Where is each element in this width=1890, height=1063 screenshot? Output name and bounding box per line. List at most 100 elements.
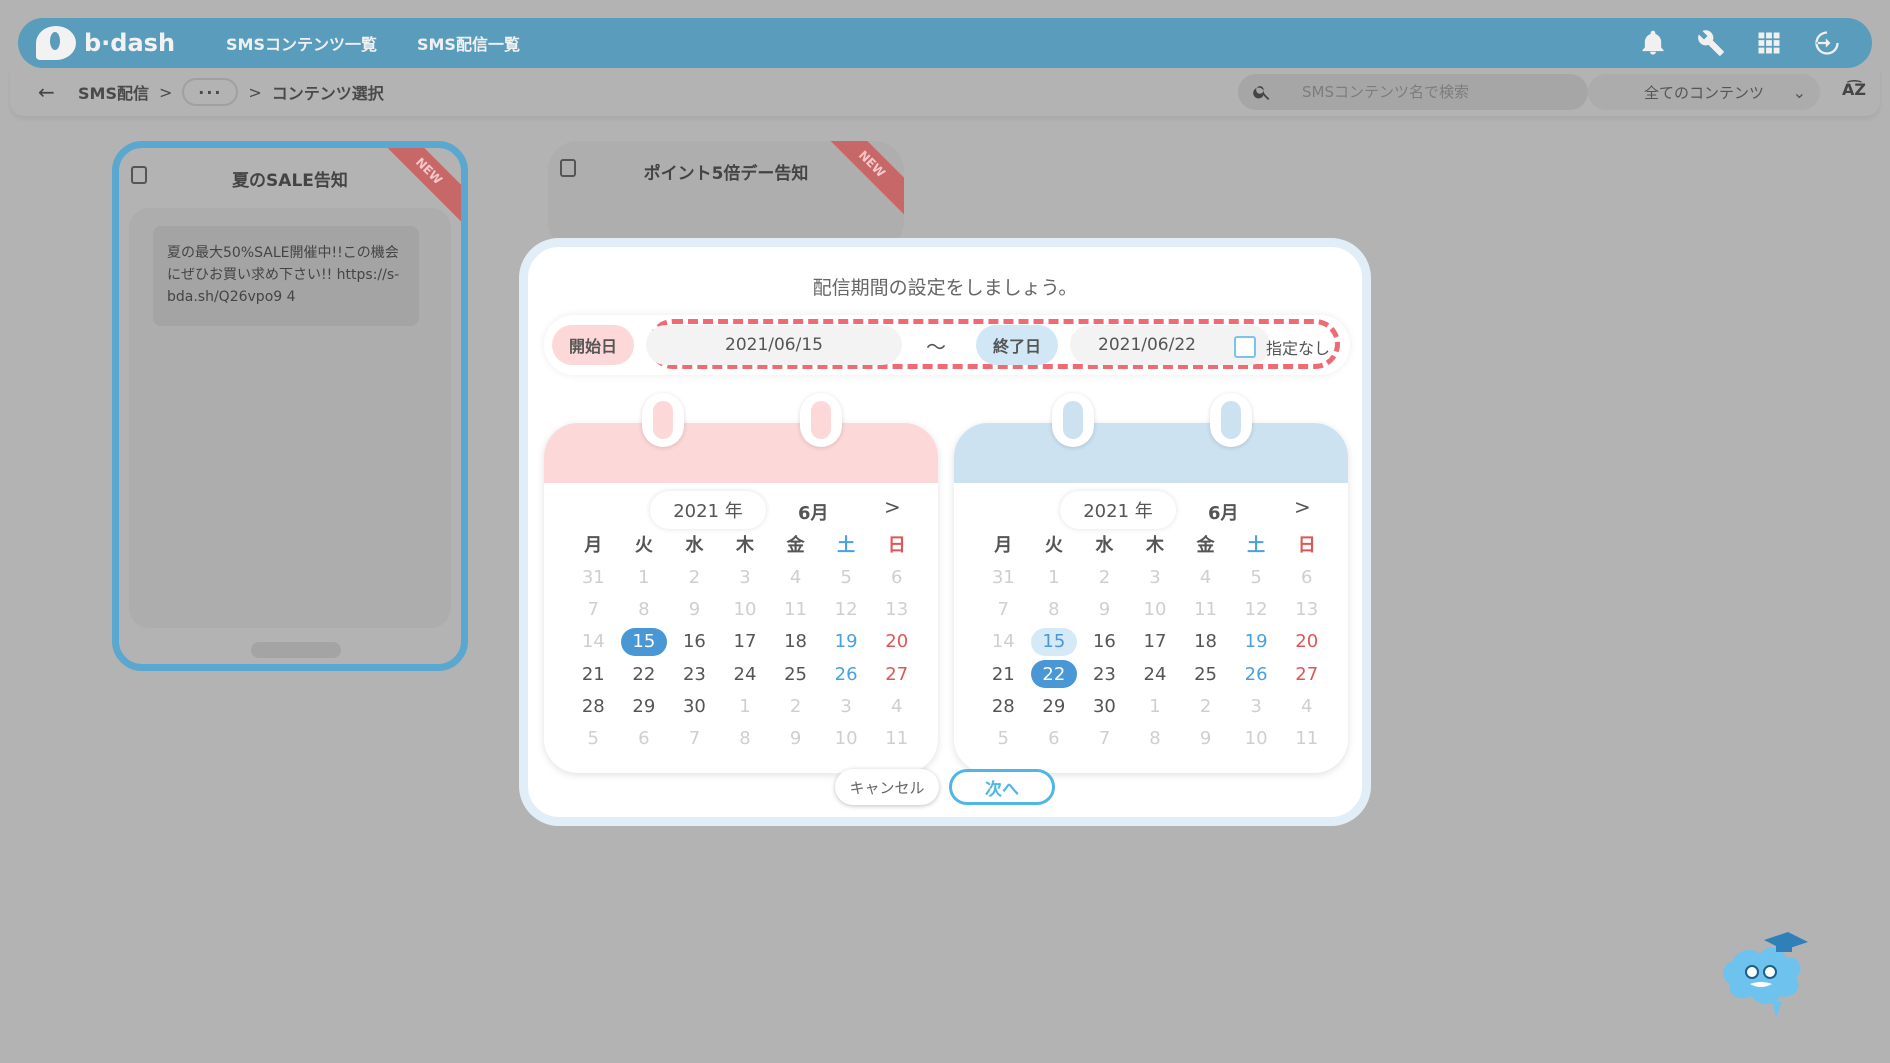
next-button[interactable]: 次へ bbox=[949, 769, 1055, 805]
calendar-day: 12 bbox=[1244, 598, 1268, 620]
mascot-helper-icon[interactable] bbox=[1712, 922, 1812, 1022]
calendar-day: 12 bbox=[834, 598, 858, 620]
calendar-day: 9 bbox=[789, 728, 802, 750]
bell-icon[interactable] bbox=[1634, 24, 1672, 62]
calendar-day: 13 bbox=[1295, 598, 1319, 620]
calendar-day[interactable]: 27 bbox=[1281, 658, 1332, 690]
logout-icon[interactable] bbox=[1808, 24, 1846, 62]
back-arrow-icon[interactable]: ← bbox=[38, 80, 68, 104]
calendar-day: 10 bbox=[834, 728, 858, 750]
calendar-day: 5 bbox=[1250, 566, 1262, 588]
calendar-header bbox=[954, 423, 1348, 483]
calendar-day[interactable]: 18 bbox=[770, 626, 821, 658]
calendar-day: 6 bbox=[638, 728, 650, 750]
calendar-day[interactable]: 25 bbox=[1180, 658, 1231, 690]
logo-text: b·dash bbox=[84, 29, 176, 57]
calendar-day: 8 bbox=[739, 728, 751, 750]
wrench-icon[interactable] bbox=[1692, 24, 1730, 62]
calendar-day: 4 bbox=[1300, 695, 1313, 717]
calendar-day[interactable]: 27 bbox=[871, 658, 922, 690]
calendar-day[interactable]: 28 bbox=[568, 690, 619, 722]
calendar-day[interactable]: 20 bbox=[871, 626, 922, 658]
calendar-day-selected[interactable]: 22 bbox=[1030, 659, 1078, 689]
nav-sms-content-list[interactable]: SMSコンテンツ一覧 bbox=[226, 31, 377, 55]
calendar-day: 2 bbox=[688, 566, 701, 588]
breadcrumb-sms-delivery[interactable]: SMS配信 bbox=[78, 80, 149, 104]
calendar-day: 4 bbox=[890, 695, 903, 717]
calendar-day[interactable]: 17 bbox=[1130, 626, 1181, 658]
no-end-date-option[interactable]: 指定なし bbox=[1234, 335, 1330, 359]
calendar-ring bbox=[1052, 393, 1094, 447]
content-filter-select[interactable]: 全てのコンテンツ ⌄ bbox=[1588, 74, 1820, 110]
calendar-day[interactable]: 16 bbox=[1079, 626, 1130, 658]
start-date-field[interactable]: 2021/06/15 bbox=[646, 325, 902, 365]
calendar-day: 14 bbox=[581, 631, 605, 653]
logo-mark-icon bbox=[36, 26, 76, 60]
search-box bbox=[1238, 74, 1588, 110]
calendar-year-select[interactable]: 2021 年 bbox=[1060, 491, 1176, 529]
calendar-day[interactable]: 29 bbox=[1029, 690, 1080, 722]
calendar-day[interactable]: 30 bbox=[1079, 690, 1130, 722]
calendar-day[interactable]: 25 bbox=[770, 658, 821, 690]
calendar-day[interactable]: 28 bbox=[978, 690, 1029, 722]
grid-icon[interactable] bbox=[1750, 24, 1788, 62]
calendar-day: 9 bbox=[688, 598, 701, 620]
calendar-day[interactable]: 30 bbox=[669, 690, 720, 722]
search-input[interactable] bbox=[1302, 83, 1572, 101]
weekday-label: 日 bbox=[1297, 535, 1316, 556]
weekday-label: 火 bbox=[1044, 535, 1063, 556]
calendar-day-range-start[interactable]: 15 bbox=[1030, 627, 1078, 656]
calendar-day[interactable]: 23 bbox=[669, 658, 720, 690]
calendar-day: 7 bbox=[997, 598, 1009, 620]
calendar-day: 3 bbox=[1149, 566, 1161, 588]
calendar-day[interactable]: 19 bbox=[1231, 626, 1282, 658]
search-icon bbox=[1253, 86, 1270, 100]
calendar-day[interactable]: 17 bbox=[720, 626, 771, 658]
calendar-day: 4 bbox=[1199, 566, 1212, 588]
calendar-next-month-button[interactable]: > bbox=[884, 495, 901, 519]
sort-az-button[interactable]: A͡Z bbox=[1842, 80, 1866, 99]
calendar-day: 7 bbox=[587, 598, 599, 620]
calendar-day[interactable]: 19 bbox=[821, 626, 872, 658]
breadcrumb-separator: > bbox=[248, 82, 262, 102]
calendar-day[interactable]: 24 bbox=[720, 658, 771, 690]
content-card-summer-sale[interactable]: 夏のSALE告知 NEW 夏の最大50%SALE開催中!!この機会にぜひお買い求… bbox=[112, 141, 468, 671]
weekday-label: 日 bbox=[887, 535, 906, 556]
calendar-month: 6月 bbox=[798, 503, 829, 524]
calendar-day[interactable]: 21 bbox=[568, 658, 619, 690]
calendar-day[interactable]: 18 bbox=[1180, 626, 1231, 658]
calendar-day[interactable]: 26 bbox=[821, 658, 872, 690]
calendar-day: 11 bbox=[1194, 598, 1218, 620]
calendar-day: 11 bbox=[1295, 728, 1319, 750]
calendar-day[interactable]: 21 bbox=[978, 658, 1029, 690]
calendar-day: 3 bbox=[1250, 695, 1262, 717]
weekday-label: 土 bbox=[1247, 535, 1266, 556]
calendar-day[interactable]: 16 bbox=[669, 626, 720, 658]
calendar-day[interactable]: 24 bbox=[1130, 658, 1181, 690]
calendar-day: 8 bbox=[1048, 598, 1060, 620]
calendar-day: 13 bbox=[885, 598, 909, 620]
top-navigation-bar: b·dash SMSコンテンツ一覧 SMS配信一覧 bbox=[18, 18, 1872, 68]
calendar-day[interactable]: 29 bbox=[619, 690, 670, 722]
cancel-button[interactable]: キャンセル bbox=[835, 769, 939, 805]
calendar-year-select[interactable]: 2021 年 bbox=[650, 491, 766, 529]
calendar-day-selected[interactable]: 15 bbox=[620, 627, 668, 656]
content-card-point-day[interactable]: ポイント5倍デー告知 NEW bbox=[548, 141, 904, 251]
calendar-day: 9 bbox=[1199, 728, 1212, 750]
weekday-label: 月 bbox=[994, 535, 1013, 556]
calendar-day: 1 bbox=[1149, 695, 1161, 717]
no-end-date-checkbox[interactable] bbox=[1234, 336, 1256, 358]
calendar-next-month-button[interactable]: > bbox=[1294, 495, 1311, 519]
calendar-day: 11 bbox=[784, 598, 808, 620]
document-icon bbox=[560, 159, 576, 177]
bdash-logo[interactable]: b·dash bbox=[36, 26, 186, 60]
calendar-day[interactable]: 26 bbox=[1231, 658, 1282, 690]
calendar-day[interactable]: 22 bbox=[619, 658, 670, 690]
calendar-day[interactable]: 20 bbox=[1281, 626, 1332, 658]
nav-sms-delivery-list[interactable]: SMS配信一覧 bbox=[417, 31, 520, 55]
calendar-day: 5 bbox=[997, 728, 1009, 750]
calendar-day[interactable]: 23 bbox=[1079, 658, 1130, 690]
breadcrumb-more-button[interactable]: ··· bbox=[182, 78, 239, 106]
modal-title: 配信期間の設定をしましょう。 bbox=[812, 277, 1078, 299]
calendar-day: 9 bbox=[1098, 598, 1111, 620]
